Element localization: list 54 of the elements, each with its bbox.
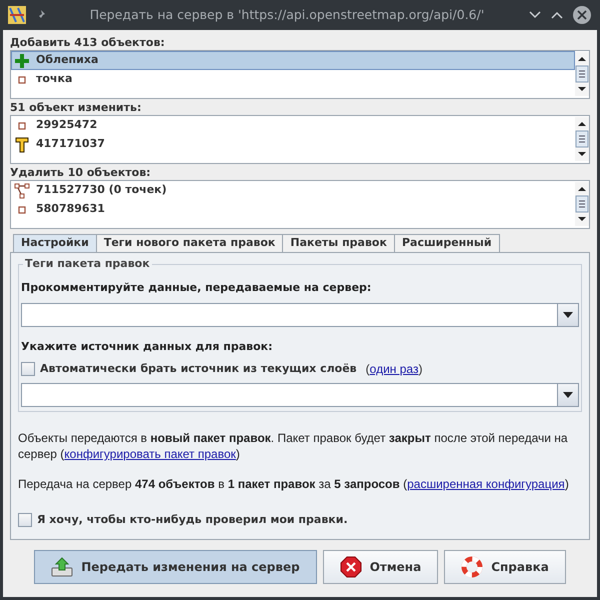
source-label: Укажите источник данных для правок:	[21, 338, 274, 354]
window-title: Передать на сервер в 'https://api.openstreetmap.org/api/0.6/'	[88, 6, 486, 24]
checkbox-label: Автоматически брать источник из текущих слоёв	[40, 360, 357, 377]
list-item[interactable]: Облепиха	[11, 51, 575, 70]
scrollbar[interactable]	[575, 52, 589, 96]
node-icon	[18, 76, 26, 84]
app-logo-icon	[8, 6, 26, 24]
info-text: Объекты передаются в новый пакет правок. Пакет правок будет закрыт после этой передачи на сервер (конфигурировать пакет правок)	[18, 430, 569, 462]
item-label: 711527730 (0 точек)	[36, 182, 167, 198]
link[interactable]: конфигурировать пакет правок	[64, 447, 236, 461]
info-text: Передача на сервер 474 объектов в 1 пакет правок за 5 запросов (расширенная конфигурация)	[18, 476, 570, 492]
help-button[interactable]: Справка	[444, 550, 566, 584]
dropdown-arrow-icon	[563, 392, 573, 398]
tab[interactable]: Настройки	[13, 234, 97, 252]
item-label: 417171037	[36, 136, 105, 152]
link[interactable]: расширенная конфигурация	[407, 477, 565, 491]
scrollbar[interactable]	[575, 182, 589, 226]
group-title: Теги пакета правок	[23, 256, 152, 272]
scrollbar[interactable]	[575, 117, 589, 161]
upload-button[interactable]: Передать изменения на сервер	[34, 550, 317, 584]
list-item[interactable]: 711527730 (0 точек)	[11, 181, 575, 200]
item-label: точка	[36, 71, 72, 88]
list-item[interactable]: 580789631	[11, 200, 575, 219]
parenthesis: (	[366, 361, 370, 378]
item-label: 29925472	[36, 117, 98, 134]
link[interactable]: один раз	[370, 360, 418, 378]
cancel-button[interactable]: Отмена	[322, 550, 438, 584]
list-item[interactable]: точка	[11, 70, 575, 89]
checkbox[interactable]	[18, 513, 32, 528]
lifebuoy-icon	[461, 556, 484, 578]
plus-icon	[14, 52, 30, 68]
item-label: Облепиха	[36, 52, 98, 68]
upload-icon	[51, 556, 74, 578]
minimize-icon[interactable]	[528, 10, 542, 20]
list-item[interactable]: 417171037	[11, 135, 575, 154]
combo-box[interactable]	[21, 302, 579, 326]
node-icon	[18, 122, 26, 130]
list-label: Удалить 10 объектов:	[10, 165, 152, 180]
checkbox[interactable]	[21, 362, 35, 376]
close-icon[interactable]	[572, 5, 592, 25]
parenthesis: )	[418, 361, 422, 378]
item-label: 580789631	[36, 201, 105, 218]
tab[interactable]: Расширенный	[394, 234, 500, 252]
comment-label: Прокомментируйте данные, передаваемые на сервер:	[21, 280, 372, 296]
list-label: Добавить 413 объектов:	[10, 35, 166, 50]
cancel-icon	[340, 556, 362, 578]
checkbox-label: Я хочу, чтобы кто-нибудь проверил мои правки.	[37, 512, 348, 528]
node-icon	[18, 206, 26, 214]
combo-box[interactable]	[21, 383, 579, 407]
way-icon	[14, 182, 30, 198]
maximize-icon[interactable]	[550, 10, 564, 20]
list-label: 51 объект изменить:	[10, 100, 142, 115]
dropdown-arrow-icon	[563, 312, 573, 318]
list-item[interactable]: 29925472	[11, 116, 575, 135]
